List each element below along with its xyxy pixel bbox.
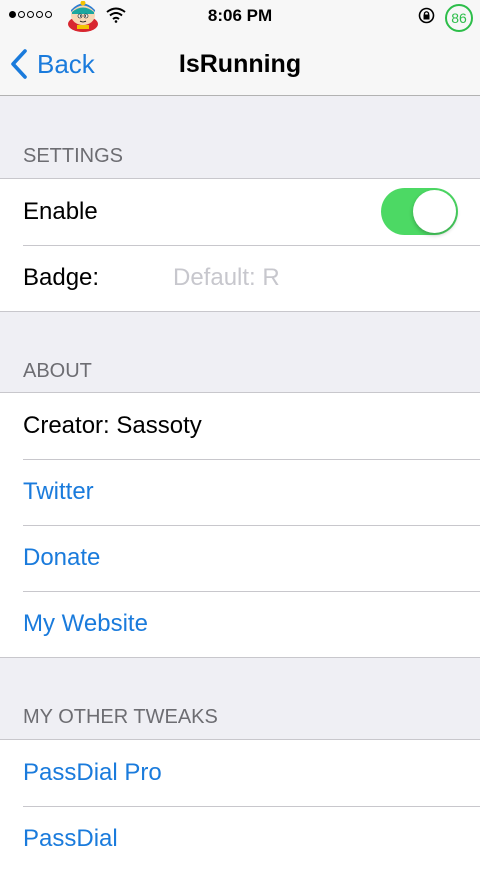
navigation-bar: Back IsRunning xyxy=(0,32,480,96)
passdial-pro-link[interactable]: PassDial Pro xyxy=(0,740,480,806)
about-group: Creator: Sassoty Twitter Donate My Websi… xyxy=(0,392,480,658)
enable-cell: Enable xyxy=(0,179,480,245)
toggle-knob xyxy=(413,190,456,233)
badge-cell: Badge: xyxy=(0,245,480,311)
passdial-pro-label: PassDial Pro xyxy=(23,759,162,786)
badge-label: Badge: xyxy=(23,264,100,291)
twitter-link-label: Twitter xyxy=(23,478,94,505)
my-website-link[interactable]: My Website xyxy=(0,591,480,657)
twitter-link[interactable]: Twitter xyxy=(0,459,480,525)
battery-level-badge: 86 xyxy=(445,4,473,32)
rotation-lock-icon xyxy=(418,7,435,24)
passdial-link[interactable]: PassDial xyxy=(0,806,480,872)
section-header-settings: SETTINGS xyxy=(23,145,124,167)
enable-toggle[interactable] xyxy=(381,188,458,235)
status-bar: 8:06 PM 86 xyxy=(0,0,480,32)
my-website-link-label: My Website xyxy=(23,610,148,637)
status-time: 8:06 PM xyxy=(207,6,273,25)
badge-input[interactable] xyxy=(173,261,453,295)
section-header-other-tweaks: MY OTHER TWEAKS xyxy=(23,706,218,728)
donate-link[interactable]: Donate xyxy=(0,525,480,591)
settings-group: Enable Badge: xyxy=(0,178,480,312)
passdial-label: PassDial xyxy=(23,825,118,852)
creator-label: Creator: Sassoty xyxy=(23,412,202,439)
donate-link-label: Donate xyxy=(23,544,101,571)
section-header-about: ABOUT xyxy=(23,360,92,382)
creator-cell: Creator: Sassoty xyxy=(0,393,480,459)
enable-label: Enable xyxy=(23,198,98,225)
page-title: IsRunning xyxy=(178,50,302,78)
other-tweaks-group: PassDial Pro PassDial xyxy=(0,739,480,872)
